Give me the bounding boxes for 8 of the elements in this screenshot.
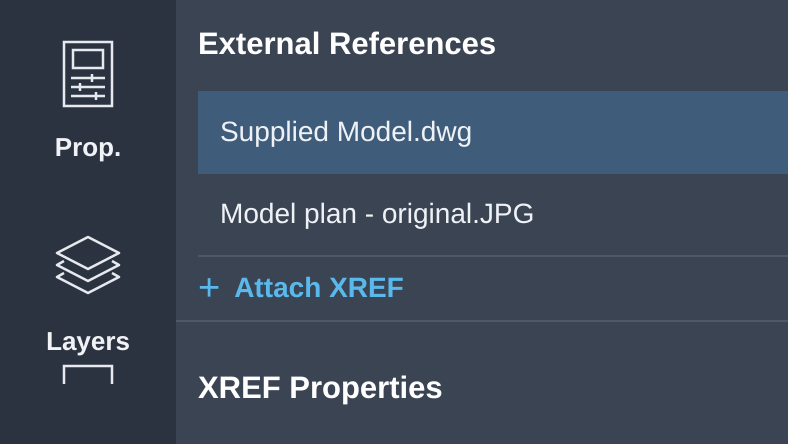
section-title: External References [197, 25, 498, 64]
file-row[interactable]: Model plan - original.JPG [198, 174, 788, 257]
section-title: XREF Properties [197, 368, 444, 407]
file-row[interactable]: Supplied Model.dwg [198, 90, 788, 174]
sidebar-item[interactable]: Layers [46, 232, 130, 426]
properties-icon [62, 40, 114, 108]
attach-xref-link[interactable]: + Attach XREF [176, 256, 788, 322]
sidebar-item[interactable]: Prop. [54, 38, 122, 232]
